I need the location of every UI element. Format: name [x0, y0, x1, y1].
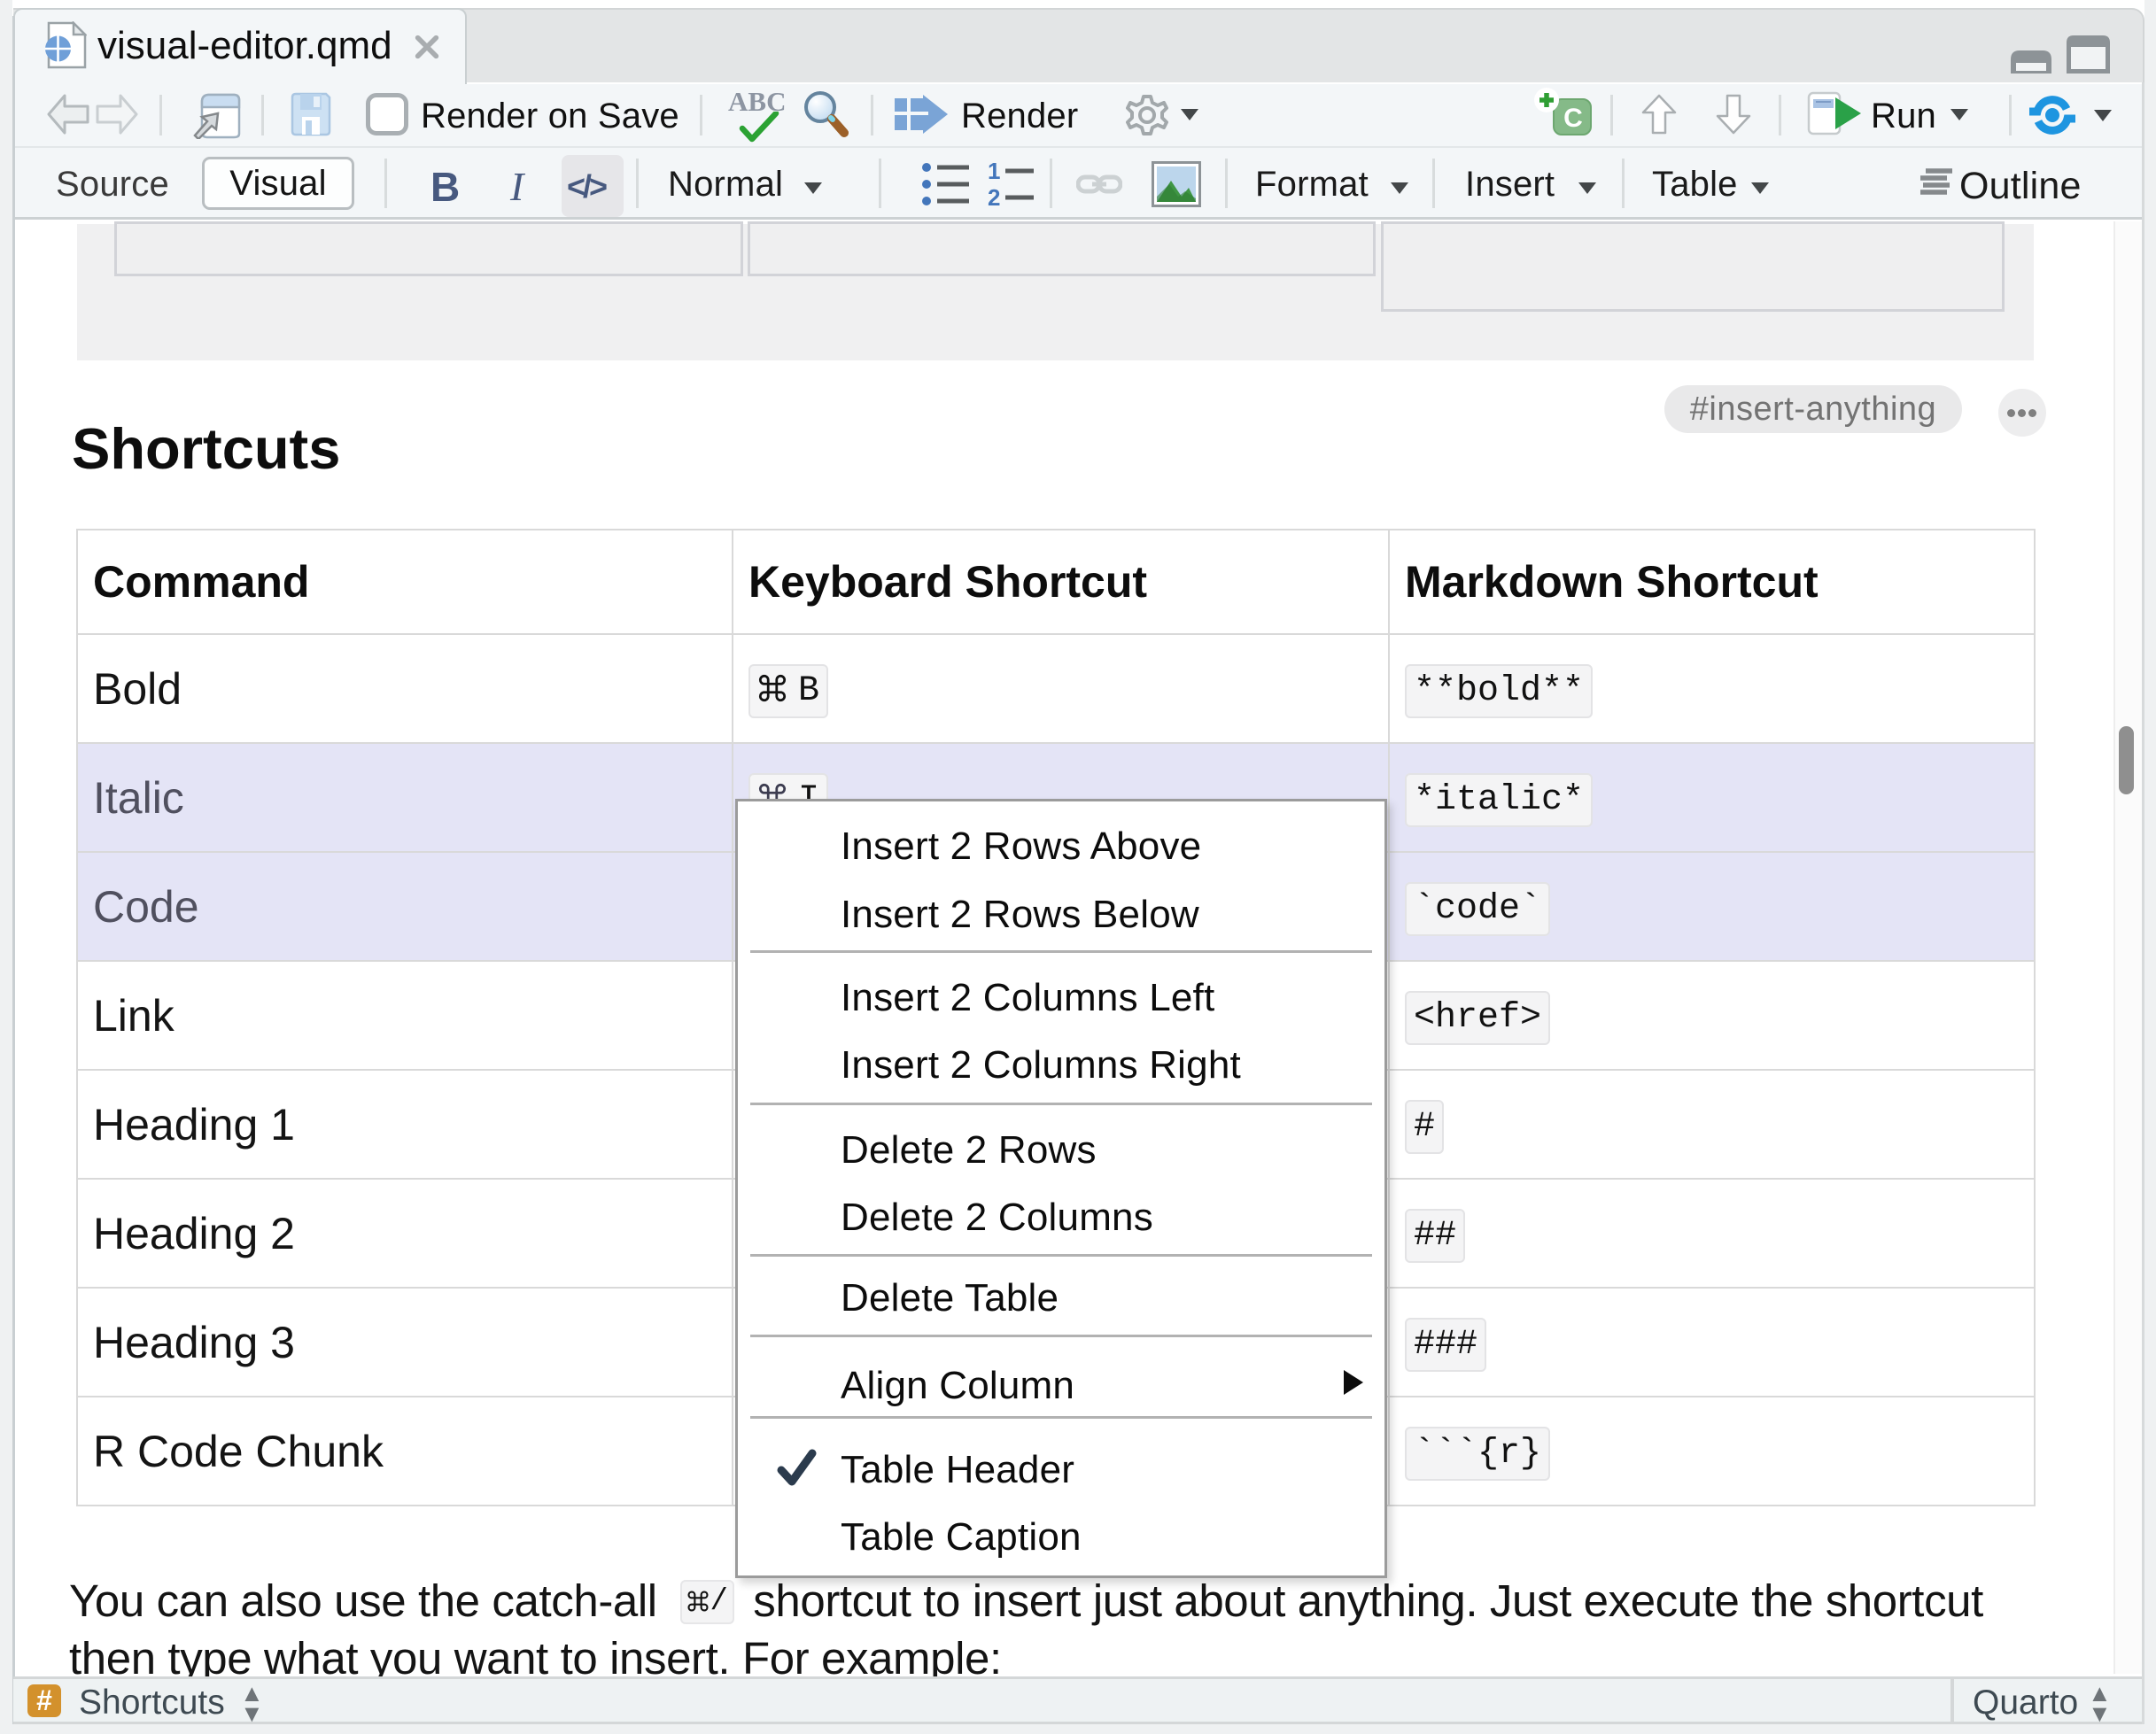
svg-text:1: 1 [988, 159, 1000, 184]
svg-text:C: C [1563, 104, 1583, 133]
svg-text:2: 2 [988, 184, 1000, 209]
